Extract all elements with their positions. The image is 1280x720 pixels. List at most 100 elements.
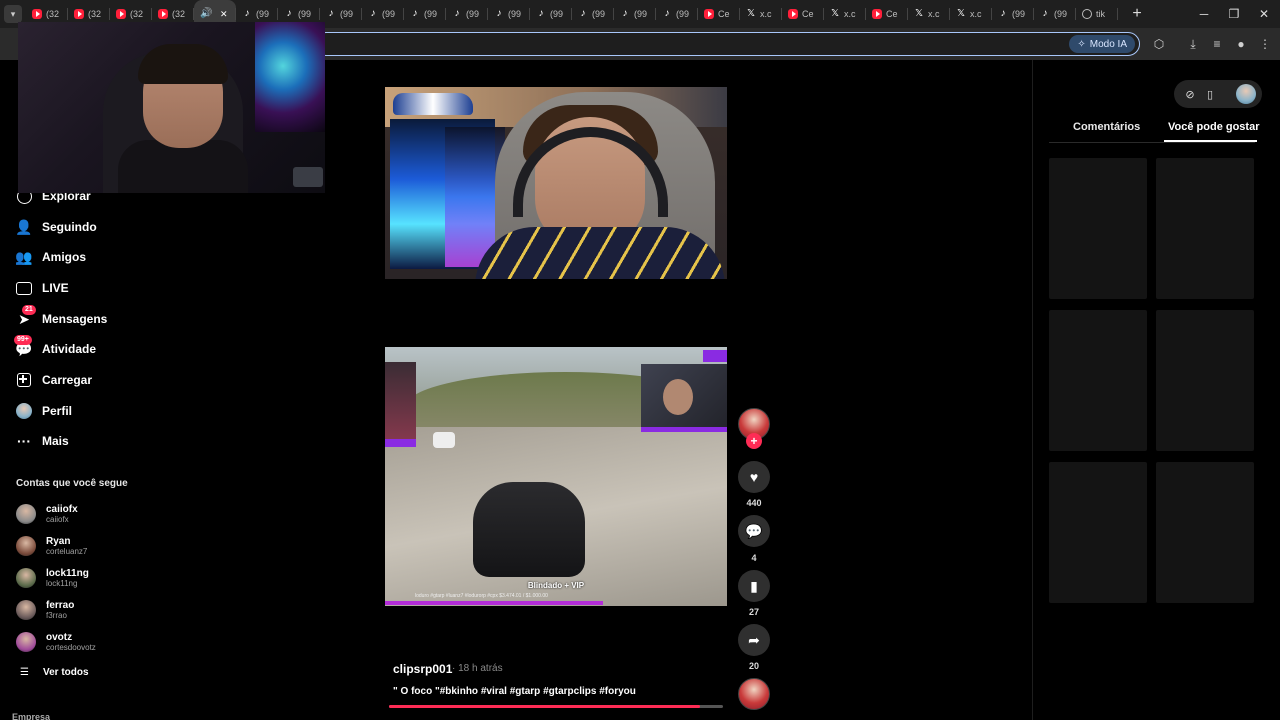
tab-title: (99 [466, 9, 480, 19]
nav-item-friends[interactable]: 👥 Amigos [15, 245, 86, 269]
user-avatar[interactable] [1236, 84, 1256, 104]
browser-tab[interactable]: 𝕏x.c [740, 0, 782, 28]
phone-icon[interactable]: ▯ [1202, 86, 1218, 102]
video-player[interactable]: Blindado + VIP loduro #gtarp #luanz7 #lo… [385, 347, 727, 606]
save-button[interactable]: ▮ [738, 570, 770, 602]
tiktok-icon: ♪ [622, 8, 628, 19]
comment-button[interactable]: 💬 [738, 515, 770, 547]
nav-item-upload[interactable]: Carregar [16, 368, 92, 392]
account-display-name: ovotz [46, 631, 73, 643]
account-names: Ryan corteluanz7 [46, 536, 87, 557]
browser-tab[interactable]: ♪ (99 [446, 0, 488, 28]
nav-item-messages[interactable]: ➤ 21 Mensagens [16, 305, 108, 331]
music-disc-avatar[interactable] [738, 678, 770, 710]
following-account[interactable]: lock11ng lock11ng [16, 565, 89, 591]
account-names: ferrao f3rrao [46, 600, 74, 621]
list-icon: ☰ [20, 667, 29, 678]
nav-item-live[interactable]: LIVE [16, 276, 69, 300]
tab-you-may-like[interactable]: Você pode gostar [1168, 121, 1259, 133]
browser-tab[interactable]: Ce [866, 0, 908, 28]
browser-tab[interactable]: ♪ (99 [488, 0, 530, 28]
tab-comments[interactable]: Comentários [1073, 121, 1140, 133]
account-display-name: lock11ng [46, 567, 89, 579]
browser-tab[interactable]: ♪ (99 [320, 0, 362, 28]
browser-tab[interactable]: Ce [698, 0, 740, 28]
nav-item-label: Perfil [42, 404, 73, 418]
browser-tab[interactable]: 𝕏x.c [950, 0, 992, 28]
new-tab-button[interactable]: + [1126, 3, 1148, 25]
suggested-video-tile[interactable] [1049, 310, 1147, 451]
nav-item-label: Carregar [42, 373, 93, 387]
share-button[interactable]: ➦ [738, 624, 770, 656]
like-button[interactable]: ♥ [738, 461, 770, 493]
nav-item-profile[interactable]: Perfil [16, 399, 72, 423]
video-caption-overlay: Blindado + VIP [527, 581, 585, 590]
youtube-icon [704, 9, 714, 19]
browser-tab[interactable]: ♪ (99 [1034, 0, 1076, 28]
nav-item-label: Mais [42, 434, 69, 448]
suggested-video-tile[interactable] [1156, 462, 1254, 603]
following-account[interactable]: Ryan corteluanz7 [16, 533, 87, 559]
tiktok-icon: ♪ [1000, 8, 1006, 19]
address-bar[interactable]: ✧ Modo IA [314, 32, 1140, 56]
tab-title: (99 [424, 9, 438, 19]
speaker-icon: 🔊 [200, 8, 213, 19]
browser-tab[interactable]: ♪ (99 [656, 0, 698, 28]
tab-title: (99 [508, 9, 522, 19]
player-tools-pill: ⊘ ▯ [1174, 80, 1262, 108]
tab-title: Ce [802, 9, 814, 19]
minimize-button[interactable]: ─ [1188, 0, 1220, 28]
nav-item-label: Atividade [42, 342, 97, 356]
video-ticker-text: loduro #gtarp #luanz7 #lodurorp #cpx $3.… [415, 593, 548, 599]
restore-button[interactable]: ❐ [1218, 0, 1250, 28]
browser-tab[interactable]: ♪ (99 [362, 0, 404, 28]
follow-plus-button[interactable]: + [746, 433, 762, 449]
nav-item-more[interactable]: ··· Mais [16, 429, 69, 453]
suggested-video-tile[interactable] [1049, 462, 1147, 603]
browser-tab[interactable]: tik [1076, 0, 1118, 28]
suggested-video-tile[interactable] [1049, 158, 1147, 299]
close-window-button[interactable]: ✕ [1248, 0, 1280, 28]
tiktok-icon: ♪ [454, 8, 460, 19]
ai-mode-button[interactable]: ✧ Modo IA [1069, 35, 1135, 53]
browser-tab[interactable]: 𝕏x.c [908, 0, 950, 28]
youtube-icon [788, 9, 798, 19]
tv-icon [16, 280, 32, 296]
tiktok-icon: ♪ [496, 8, 502, 19]
video-progress-fill [389, 705, 700, 708]
nav-item-following[interactable]: 👤 Seguindo [15, 215, 97, 239]
video-progress-bar[interactable] [389, 705, 723, 708]
browser-tab[interactable]: ♪ (99 [404, 0, 446, 28]
nav-item-label: Mensagens [42, 312, 108, 326]
youtube-icon [116, 9, 126, 19]
tab-title: (32 [130, 9, 144, 19]
browser-tab[interactable]: 𝕏x.c [824, 0, 866, 28]
suggested-video-tile[interactable] [1156, 310, 1254, 451]
tab-title: (99 [634, 9, 648, 19]
compass-icon[interactable]: ⊘ [1182, 86, 1198, 102]
following-account[interactable]: ovotz cortesdoovotz [16, 629, 96, 655]
tab-search-button[interactable]: ▾ [4, 5, 22, 23]
nav-item-label: Seguindo [42, 220, 97, 234]
profile-avatar-icon[interactable]: ● [1232, 35, 1250, 53]
browser-tab[interactable]: ♪ (99 [530, 0, 572, 28]
comment-bubble-icon: 💬 [745, 522, 763, 539]
see-all-link[interactable]: ☰ Ver todos [20, 667, 89, 678]
following-account[interactable]: ferrao f3rrao [16, 597, 74, 623]
tab-title: (99 [592, 9, 606, 19]
previous-video-thumbnail[interactable] [385, 87, 727, 279]
tiktok-icon: ♪ [244, 8, 250, 19]
browser-tab[interactable]: Ce [782, 0, 824, 28]
close-tab-icon[interactable]: ✕ [220, 9, 228, 20]
browser-tab[interactable]: ♪ (99 [614, 0, 656, 28]
extensions-icon[interactable]: ⬡ [1150, 35, 1168, 53]
following-account[interactable]: caiiofx caiiofx [16, 501, 78, 527]
download-icon[interactable]: ⤓ [1184, 35, 1202, 53]
media-control-icon[interactable]: ≡ [1208, 35, 1226, 53]
suggested-video-tile[interactable] [1156, 158, 1254, 299]
nav-item-activity[interactable]: 💬 99+ Atividade [14, 335, 97, 361]
browser-tab[interactable]: ♪ (99 [572, 0, 614, 28]
browser-tab[interactable]: ♪ (99 [992, 0, 1034, 28]
menu-kebab-icon[interactable]: ⋮ [1256, 35, 1274, 53]
post-author[interactable]: clipsrp001 [393, 662, 452, 676]
